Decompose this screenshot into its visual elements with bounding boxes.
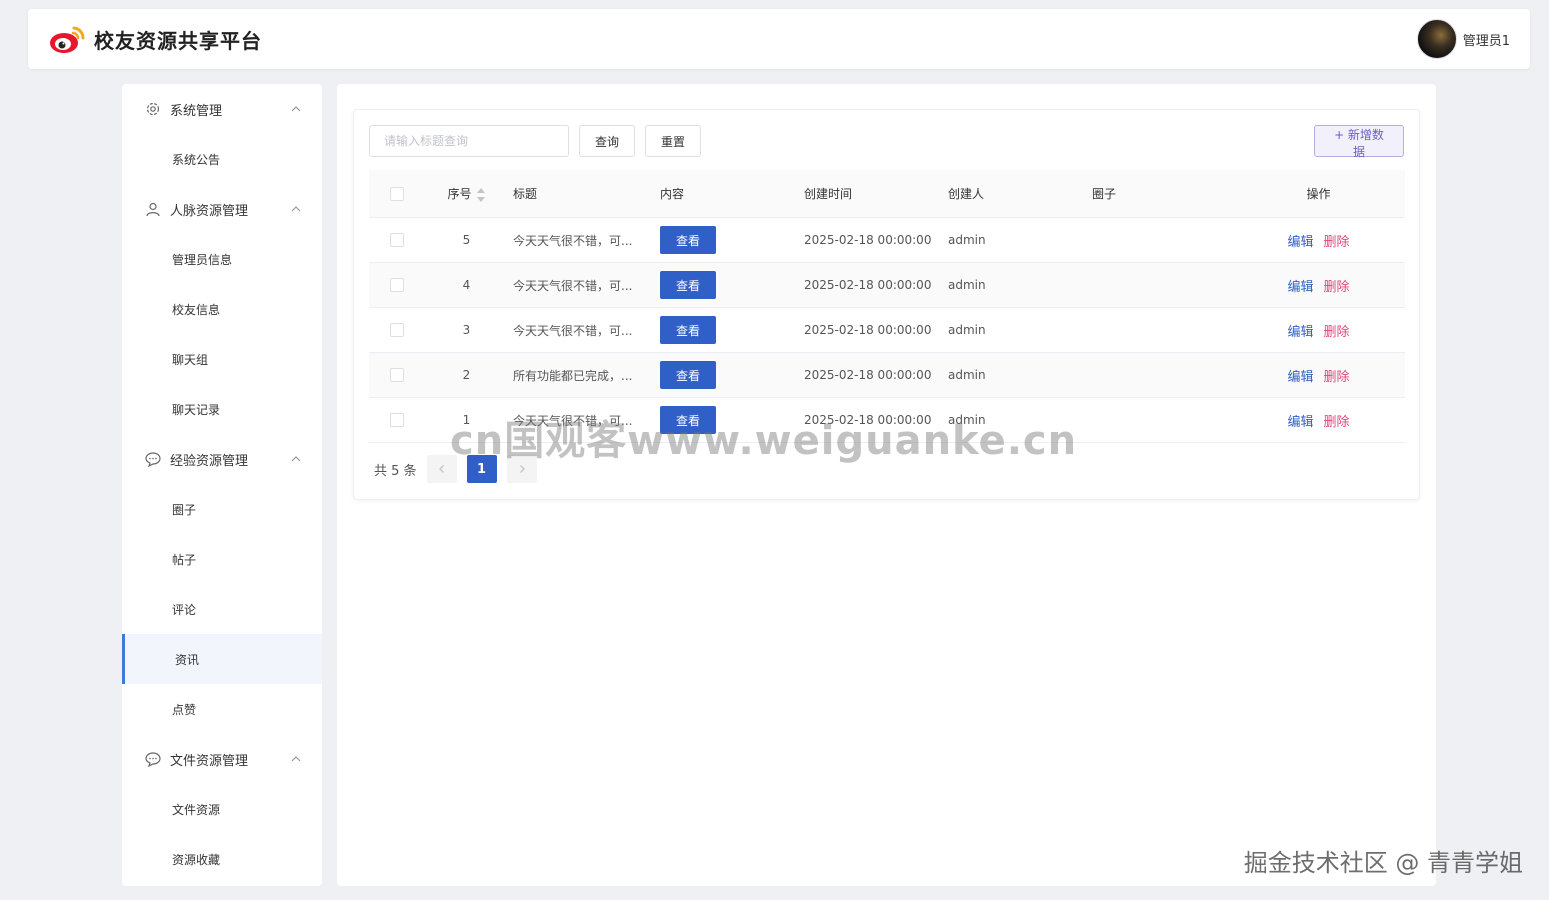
edit-link[interactable]: 编辑 [1287, 235, 1313, 250]
edit-link[interactable]: 编辑 [1287, 325, 1313, 340]
delete-link[interactable]: 删除 [1324, 235, 1350, 250]
chevron-up-icon [290, 453, 302, 465]
sidebar-item-comment[interactable]: 评论 [122, 584, 322, 634]
sidebar-item-like[interactable]: 点赞 [122, 684, 322, 734]
row-checkbox[interactable] [389, 278, 404, 292]
sidebar-item-resource-favorites[interactable]: 资源收藏 [122, 834, 322, 884]
chevron-left-icon [438, 465, 444, 473]
user-icon [144, 200, 162, 218]
edit-link[interactable]: 编辑 [1287, 415, 1313, 430]
chat-icon [144, 450, 162, 468]
sidebar-group-system[interactable]: 系统管理 [122, 84, 322, 134]
main-panel: 查询 重置 + 新增数据 序号 标题 内容 创建时间 创建人 圈子 操作 5 今… [337, 84, 1436, 886]
view-button[interactable]: 查看 [660, 361, 716, 389]
cell-title: 今天天气很不错，可... [513, 233, 633, 248]
cell-creator: admin [948, 278, 986, 292]
sidebar-group-label: 经验资源管理 [170, 453, 249, 469]
edit-link[interactable]: 编辑 [1287, 280, 1313, 295]
user-name: 管理员1 [1462, 33, 1510, 49]
cell-creator: admin [948, 368, 986, 382]
sidebar-group-contacts[interactable]: 人脉资源管理 [122, 184, 322, 234]
total-count: 共 5 条 [374, 463, 417, 479]
sidebar-group-files[interactable]: 文件资源管理 [122, 734, 322, 784]
col-header-circle: 圈子 [1092, 187, 1117, 201]
sidebar-item-admin-info[interactable]: 管理员信息 [122, 234, 322, 284]
cell-no: 2 [462, 368, 471, 382]
search-input[interactable] [369, 125, 569, 157]
chat-icon [144, 750, 162, 768]
table-row: 2 所有功能都已完成，... 查看 2025-02-18 00:00:00 ad… [369, 353, 1405, 398]
query-button[interactable]: 查询 [579, 125, 635, 157]
select-all-checkbox[interactable] [389, 186, 404, 201]
user-menu[interactable]: 管理员1 [1416, 19, 1510, 59]
row-checkbox[interactable] [389, 368, 404, 382]
sort-icon[interactable] [476, 187, 486, 202]
toolbar: 查询 重置 + 新增数据 [369, 125, 1404, 159]
sidebar-group-label: 人脉资源管理 [170, 203, 249, 219]
top-header: 校友资源共享平台 管理员1 [28, 9, 1530, 69]
cell-no: 5 [462, 233, 471, 247]
view-button[interactable]: 查看 [660, 316, 716, 344]
row-checkbox[interactable] [389, 233, 404, 247]
col-header-time: 创建时间 [804, 187, 853, 201]
cell-no: 4 [462, 278, 471, 292]
sidebar-group-label: 文件资源管理 [170, 753, 249, 769]
delete-link[interactable]: 删除 [1324, 280, 1350, 295]
brand[interactable]: 校友资源共享平台 [48, 22, 262, 56]
watermark-text: cn国观客www.weiguanke.cn [450, 418, 1078, 464]
chevron-up-icon [290, 753, 302, 765]
cell-title: 今天天气很不错，可... [513, 323, 633, 338]
col-header-no[interactable]: 序号 [424, 185, 509, 202]
cell-creator: admin [948, 323, 986, 337]
cell-time: 2025-02-18 00:00:00 [804, 233, 932, 247]
cell-no: 3 [462, 323, 471, 337]
col-header-creator: 创建人 [948, 187, 985, 201]
cell-creator: admin [948, 233, 986, 247]
sidebar-item-circle[interactable]: 圈子 [122, 484, 322, 534]
delete-link[interactable]: 删除 [1324, 370, 1350, 385]
add-data-button[interactable]: + 新增数据 [1314, 125, 1404, 159]
cell-time: 2025-02-18 00:00:00 [804, 368, 932, 382]
sidebar-item-system-notice[interactable]: 系统公告 [122, 134, 322, 184]
col-header-ops: 操作 [1306, 187, 1331, 201]
weibo-logo-icon [48, 22, 86, 56]
cell-title: 今天天气很不错，可... [513, 278, 633, 293]
sidebar-group-label: 系统管理 [170, 103, 223, 119]
edit-link[interactable]: 编辑 [1287, 370, 1313, 385]
table-row: 4 今天天气很不错，可... 查看 2025-02-18 00:00:00 ad… [369, 263, 1405, 308]
col-header-content: 内容 [660, 187, 685, 201]
cell-time: 2025-02-18 00:00:00 [804, 278, 932, 292]
sidebar-item-chat-records[interactable]: 聊天记录 [122, 384, 322, 434]
sidebar-item-chat-group[interactable]: 聊天组 [122, 334, 322, 384]
data-table: 序号 标题 内容 创建时间 创建人 圈子 操作 5 今天天气很不错，可... 查… [369, 170, 1405, 443]
sidebar: 系统管理 系统公告 人脉资源管理 管理员信息 校友信息 聊天组 聊天记录 经验资… [122, 84, 322, 886]
col-header-title: 标题 [513, 187, 538, 201]
chevron-up-icon [290, 203, 302, 215]
sidebar-item-news[interactable]: 资讯 [122, 634, 322, 684]
table-row: 3 今天天气很不错，可... 查看 2025-02-18 00:00:00 ad… [369, 308, 1405, 353]
cell-title: 所有功能都已完成，... [513, 368, 633, 383]
sidebar-item-file-resources[interactable]: 文件资源 [122, 784, 322, 834]
table-header: 序号 标题 内容 创建时间 创建人 圈子 操作 [369, 170, 1405, 218]
table-row: 5 今天天气很不错，可... 查看 2025-02-18 00:00:00 ad… [369, 218, 1405, 263]
gear-icon [144, 100, 162, 118]
view-button[interactable]: 查看 [660, 271, 716, 299]
app-title: 校友资源共享平台 [94, 28, 262, 53]
cell-time: 2025-02-18 00:00:00 [804, 323, 932, 337]
avatar[interactable] [1416, 19, 1457, 59]
reset-button[interactable]: 重置 [645, 125, 701, 157]
row-checkbox[interactable] [389, 413, 404, 427]
chevron-up-icon [290, 103, 302, 115]
row-checkbox[interactable] [389, 323, 404, 337]
sidebar-group-experience[interactable]: 经验资源管理 [122, 434, 322, 484]
sidebar-item-alumni-info[interactable]: 校友信息 [122, 284, 322, 334]
delete-link[interactable]: 删除 [1324, 415, 1350, 430]
sidebar-item-post[interactable]: 帖子 [122, 534, 322, 584]
delete-link[interactable]: 删除 [1324, 325, 1350, 340]
credit-text: 掘金技术社区 @ 青青学姐 [1243, 849, 1523, 877]
view-button[interactable]: 查看 [660, 226, 716, 254]
